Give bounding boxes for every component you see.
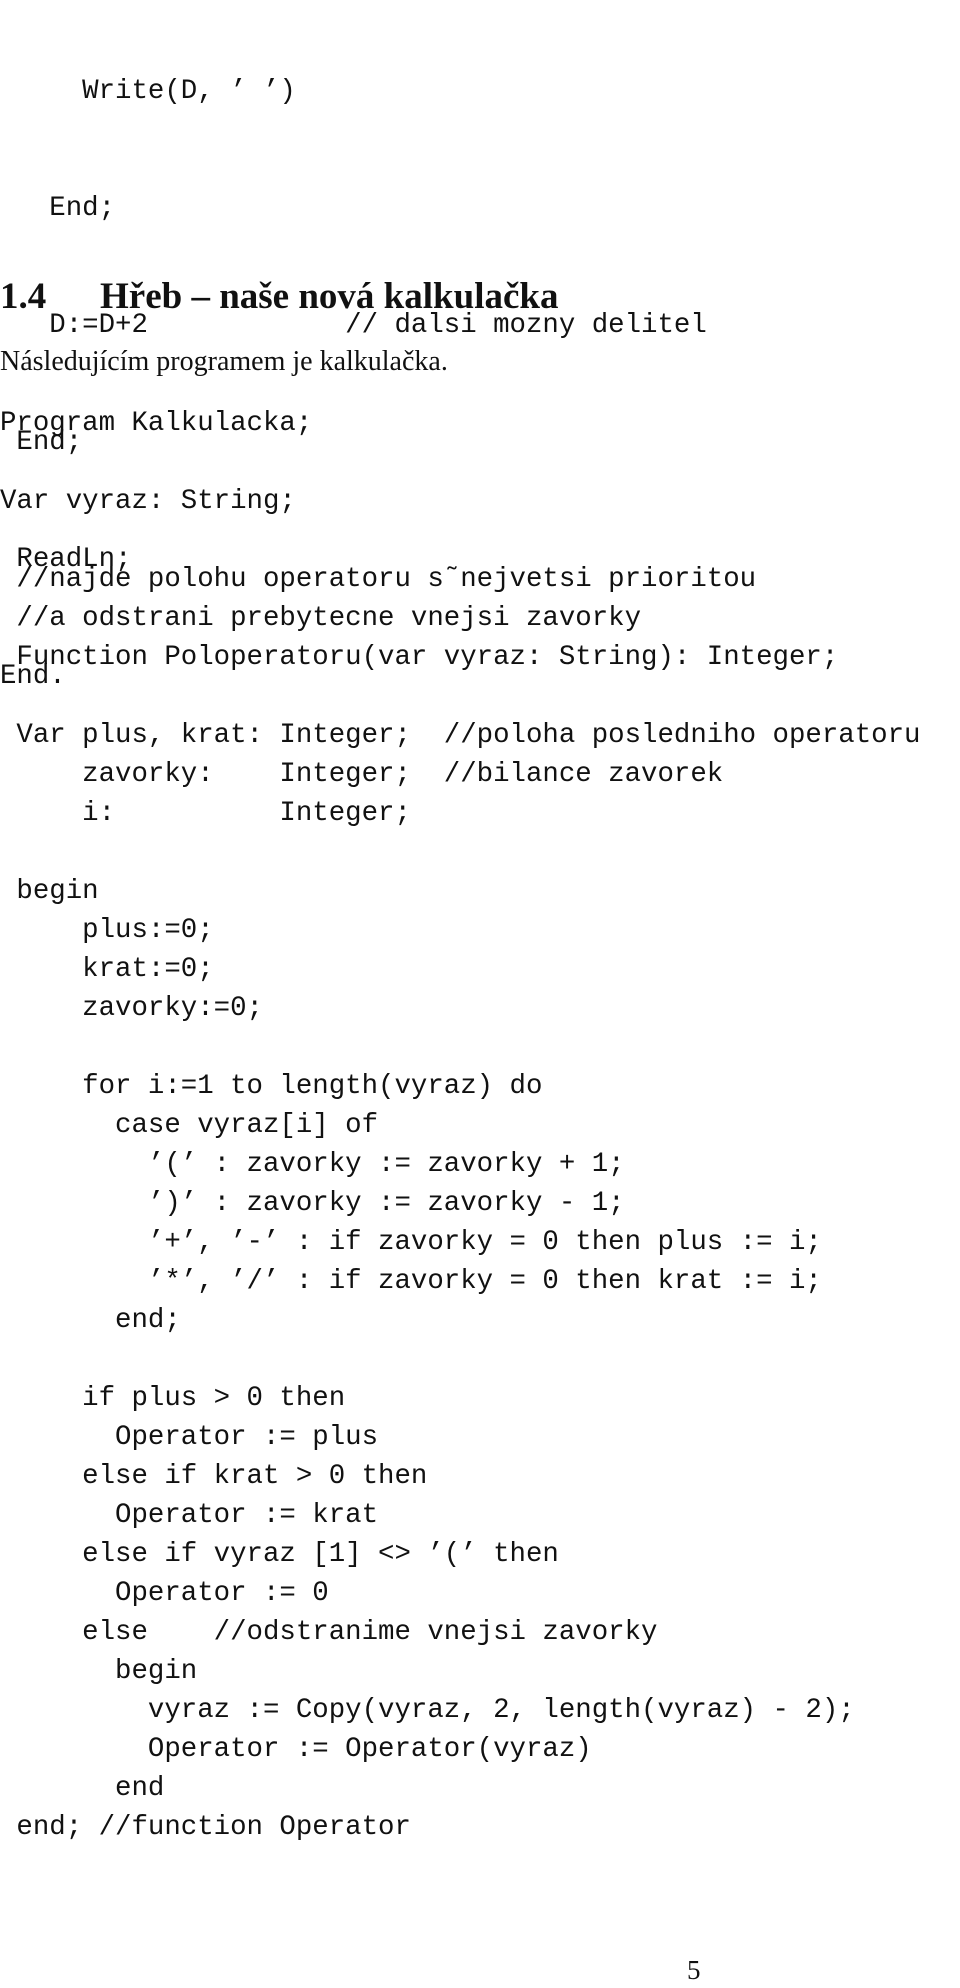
- page-number: 5: [687, 1955, 701, 1985]
- code-line: krat:=0;: [0, 954, 214, 985]
- code-line: Program Kalkulacka;: [0, 408, 313, 439]
- code-line: Operator := plus: [0, 1422, 379, 1453]
- code-line: ’*’, ’/’ : if zavorky = 0 then krat := i…: [0, 1266, 822, 1297]
- code-line: Operator := 0: [0, 1578, 329, 1609]
- code-line: Function Poloperatoru(var vyraz: String)…: [0, 642, 839, 673]
- code-line: end;: [0, 1305, 181, 1336]
- code-line: ’)’ : zavorky := zavorky - 1;: [0, 1188, 625, 1219]
- code-line: plus:=0;: [0, 915, 214, 946]
- code-line: Write(D, ’ ’): [0, 76, 296, 107]
- code-line: begin: [0, 876, 99, 907]
- code-line: Operator := krat: [0, 1500, 379, 1531]
- code-line: ’+’, ’-’ : if zavorky = 0 then plus := i…: [0, 1227, 822, 1258]
- code-line: begin: [0, 1656, 198, 1687]
- code-line: for i:=1 to length(vyraz) do: [0, 1071, 543, 1102]
- code-line: //a odstrani prebytecne vnejsi zavorky: [0, 603, 642, 634]
- code-line: ’(’ : zavorky := zavorky + 1;: [0, 1149, 625, 1180]
- code-line: end; //function Operator: [0, 1812, 411, 1843]
- code-line: end: [0, 1773, 165, 1804]
- code-line: Operator := Operator(vyraz): [0, 1734, 592, 1765]
- code-line: Var plus, krat: Integer; //poloha posled…: [0, 720, 921, 751]
- code-line: End;: [0, 193, 116, 224]
- code-block-kalkulacka: Program Kalkulacka; Var vyraz: String; //…: [0, 404, 920, 1847]
- code-line: //najde polohu operatoru s˜nejvetsi prio…: [0, 564, 757, 595]
- section-heading: 1.4 Hřeb – naše nová kalkulačka: [0, 275, 558, 318]
- code-line: else //odstranime vnejsi zavorky: [0, 1617, 658, 1648]
- section-number: 1.4: [0, 276, 47, 317]
- code-line: else if krat > 0 then: [0, 1461, 428, 1492]
- code-line: i: Integer;: [0, 798, 411, 829]
- code-line: else if vyraz [1] <> ’(’ then: [0, 1539, 559, 1570]
- code-line: vyraz := Copy(vyraz, 2, length(vyraz) - …: [0, 1695, 855, 1726]
- code-line: zavorky: Integer; //bilance zavorek: [0, 759, 724, 790]
- intro-paragraph: Následujícím programem je kalkulačka.: [0, 346, 448, 377]
- code-line: case vyraz[i] of: [0, 1110, 379, 1141]
- code-line: Var vyraz: String;: [0, 486, 296, 517]
- code-line: if plus > 0 then: [0, 1383, 346, 1414]
- section-title: Hřeb – naše nová kalkulačka: [100, 276, 559, 317]
- code-line: zavorky:=0;: [0, 993, 263, 1024]
